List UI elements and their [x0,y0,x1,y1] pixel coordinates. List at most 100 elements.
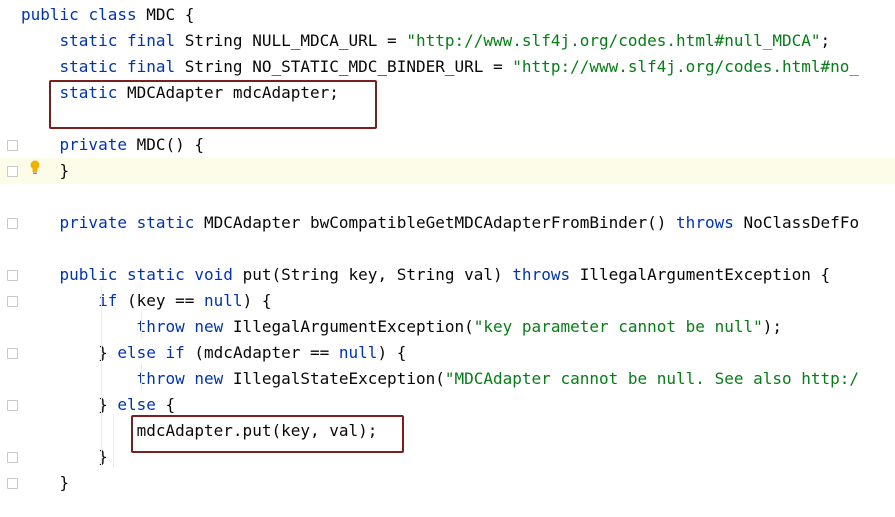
code-token: MDCAdapter mdcAdapter; [126,83,339,102]
code-token: put(String key, String val) [242,265,513,284]
keyword-token: private [21,135,137,154]
code-line[interactable]: public static void put(String key, Strin… [0,262,895,288]
keyword-token: new [194,317,233,336]
code-token: } [21,447,108,466]
code-line-text: public class MDC { [21,2,194,28]
keyword-token: static [21,83,127,102]
code-line[interactable]: } [0,470,895,496]
code-token: ); [762,317,782,336]
code-line[interactable]: throw new IllegalArgumentException("key … [0,314,895,340]
code-line[interactable]: static MDCAdapter mdcAdapter; [0,80,895,106]
code-token: (key == [126,291,205,310]
keyword-token: if [165,343,195,362]
fold-icon[interactable] [7,348,18,359]
keyword-token: throw [21,317,195,336]
code-token: MDC() { [136,135,205,154]
code-token: { [165,395,176,414]
code-line-text: static MDCAdapter mdcAdapter; [21,80,339,106]
string-token: "key parameter cannot be null" [473,317,763,336]
code-line-text: throw new IllegalStateException("MDCAdap… [21,366,859,392]
code-line-text: static final String NO_STATIC_MDC_BINDER… [21,54,860,80]
fold-icon[interactable] [7,166,18,177]
code-token: ) { [377,343,407,362]
code-line[interactable] [0,184,895,210]
code-line-text: public static void put(String key, Strin… [21,262,831,288]
indent-guide [101,286,102,468]
keyword-token: throws [676,213,744,232]
code-token: IllegalArgumentException { [579,265,831,284]
code-line[interactable]: throw new IllegalStateException("MDCAdap… [0,366,895,392]
keyword-token: static [21,31,127,50]
keyword-token: null [204,291,243,310]
keyword-token: throw [21,369,195,388]
keyword-token: else [117,395,166,414]
code-line-text: static final String NULL_MDCA_URL = "htt… [21,28,831,54]
code-token: } [21,343,118,362]
keyword-token: if [21,291,127,310]
code-token: } [21,395,118,414]
keyword-token: static [21,57,127,76]
indent-guide [141,312,142,338]
code-line[interactable]: static final String NULL_MDCA_URL = "htt… [0,28,895,54]
keyword-token: static [136,213,205,232]
fold-icon[interactable] [7,270,18,281]
string-token: "http://www.slf4j.org/codes.html#null_MD… [406,31,821,50]
keyword-token: new [194,369,233,388]
code-token: (mdcAdapter == [194,343,339,362]
keyword-token: null [338,343,378,362]
string-token: "MDCAdapter cannot be null. See also htt… [444,369,860,388]
fold-icon[interactable] [7,140,18,151]
code-token: ; [820,31,831,50]
code-token: String NO_STATIC_MDC_BINDER_URL = [184,57,513,76]
keyword-token: throws [512,265,580,284]
keyword-token: final [126,57,185,76]
code-line[interactable]: } else if (mdcAdapter == null) { [0,340,895,366]
code-line[interactable]: public class MDC { [0,2,895,28]
keyword-token: final [126,31,185,50]
code-line[interactable]: private MDC() { [0,132,895,158]
fold-icon[interactable] [7,296,18,307]
code-token: IllegalArgumentException( [232,317,474,336]
code-line[interactable] [0,106,895,132]
string-token: "http://www.slf4j.org/codes.html#no_ [512,57,860,76]
code-line-text: private static MDCAdapter bwCompatibleGe… [21,210,860,236]
code-line[interactable]: } else { [0,392,895,418]
code-line-text: } else if (mdcAdapter == null) { [21,340,406,366]
code-line-text: private MDC() { [21,132,205,158]
code-line-text: } else { [21,392,175,418]
code-token: IllegalStateException( [232,369,445,388]
keyword-token: else [117,343,166,362]
code-token: } [21,473,70,492]
indent-guide [141,364,142,390]
indent-guide [113,416,114,468]
code-line[interactable]: } [0,158,895,184]
code-editor[interactable]: public class MDC { static final String N… [0,0,895,517]
code-token: MDC { [146,5,195,24]
keyword-token: class [88,5,147,24]
code-line-text: } [21,444,108,470]
code-token: ) { [242,291,272,310]
code-line-text: if (key == null) { [21,288,271,314]
keyword-token: static [126,265,195,284]
code-line[interactable]: } [0,444,895,470]
keyword-token: public [21,5,89,24]
fold-icon[interactable] [7,452,18,463]
code-line-text: } [21,158,70,184]
code-line-text: throw new IllegalArgumentException("key … [21,314,782,340]
code-line-text: } [21,470,70,496]
fold-icon[interactable] [7,400,18,411]
keyword-token: public [21,265,127,284]
keyword-token: void [194,265,243,284]
code-line[interactable]: private static MDCAdapter bwCompatibleGe… [0,210,895,236]
code-token: mdcAdapter.put(key, val); [21,421,378,440]
code-line[interactable]: mdcAdapter.put(key, val); [0,418,895,444]
intention-bulb-icon[interactable] [30,160,40,176]
fold-icon[interactable] [7,218,18,229]
code-line[interactable]: if (key == null) { [0,288,895,314]
code-token: String NULL_MDCA_URL = [184,31,407,50]
code-line[interactable] [0,236,895,262]
fold-icon[interactable] [7,478,18,489]
code-line[interactable]: static final String NO_STATIC_MDC_BINDER… [0,54,895,80]
code-line-text: mdcAdapter.put(key, val); [21,418,378,444]
code-token: MDCAdapter bwCompatibleGetMDCAdapterFrom… [204,213,677,232]
